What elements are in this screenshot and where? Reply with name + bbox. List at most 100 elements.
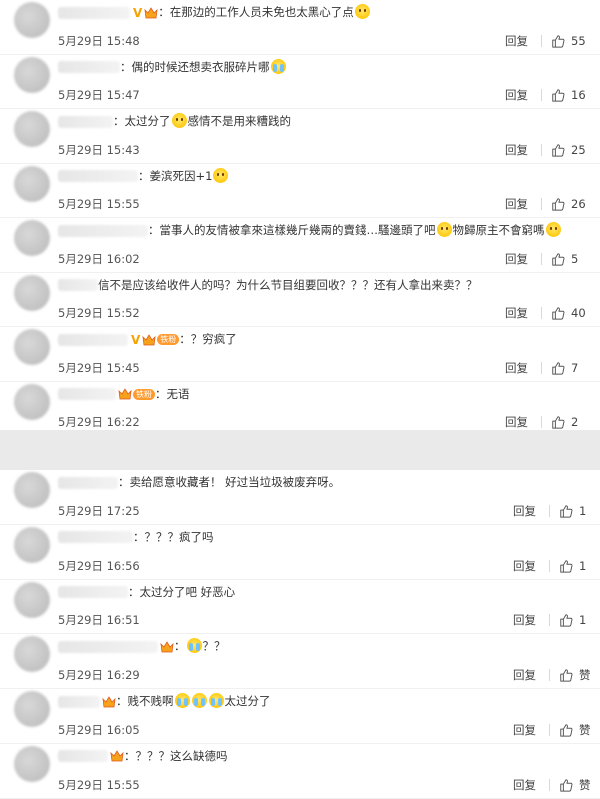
user-avatar[interactable] bbox=[14, 472, 50, 508]
like-button[interactable]: 16 bbox=[551, 88, 586, 102]
username[interactable] bbox=[58, 115, 113, 128]
reply-button[interactable]: 回复 bbox=[505, 143, 528, 157]
username[interactable] bbox=[58, 61, 120, 73]
comment-body-continued: 太过分了 bbox=[224, 694, 271, 709]
username[interactable] bbox=[58, 640, 158, 653]
username[interactable] bbox=[58, 279, 98, 291]
action-separator bbox=[541, 143, 542, 156]
user-avatar[interactable] bbox=[14, 526, 50, 563]
username[interactable] bbox=[58, 224, 148, 237]
like-button[interactable]: 26 bbox=[551, 197, 586, 211]
like-button[interactable]: 1 bbox=[559, 613, 586, 627]
like-button[interactable]: 赞 bbox=[559, 668, 591, 682]
username[interactable] bbox=[58, 6, 130, 19]
comment-body: ：无语 bbox=[155, 386, 190, 401]
comment-text-line: ：偶的时候还想卖衣服碎片哪 bbox=[58, 58, 590, 75]
reply-button[interactable]: 回复 bbox=[505, 197, 528, 211]
action-separator bbox=[541, 307, 542, 319]
action-separator bbox=[541, 89, 542, 101]
user-avatar[interactable] bbox=[14, 56, 50, 93]
comment-body-continued: ？？ bbox=[202, 639, 226, 654]
crying-emoji-icon bbox=[208, 693, 224, 709]
username[interactable] bbox=[58, 388, 116, 400]
like-count: 赞 bbox=[579, 722, 591, 737]
comment-body: ：當事人的友情被拿來這樣幾斤幾兩的賣錢…騷邊頭了吧 bbox=[148, 223, 436, 237]
user-avatar[interactable] bbox=[14, 165, 50, 202]
like-count: 40 bbox=[571, 306, 586, 320]
like-button[interactable]: 5 bbox=[551, 252, 578, 266]
action-separator bbox=[549, 504, 550, 517]
crying-emoji-icon bbox=[191, 693, 207, 709]
reply-button[interactable]: 回复 bbox=[513, 559, 536, 573]
reply-button[interactable]: 回复 bbox=[505, 415, 528, 429]
comment-timestamp: 5月29日 15:52 bbox=[58, 306, 140, 320]
like-count: 赞 bbox=[579, 777, 591, 792]
reply-button[interactable]: 回复 bbox=[513, 778, 536, 792]
user-avatar[interactable] bbox=[14, 636, 50, 673]
comment-item: ：贱不贱啊 太过分了 5月29日 16:05 回复 赞 bbox=[0, 689, 600, 744]
action-separator bbox=[541, 34, 542, 47]
like-count: 2 bbox=[571, 415, 579, 429]
action-separator bbox=[541, 361, 542, 374]
user-avatar[interactable] bbox=[14, 220, 50, 256]
reply-button[interactable]: 回复 bbox=[513, 504, 536, 518]
reply-button[interactable]: 回复 bbox=[505, 88, 528, 102]
reply-button[interactable]: 回复 bbox=[505, 361, 528, 375]
comment-item: V 铁粉 ：？穷疯了 5月29日 15:45 回复 7 bbox=[0, 327, 600, 382]
reply-button[interactable]: 回复 bbox=[505, 306, 528, 320]
user-avatar[interactable] bbox=[14, 383, 50, 420]
username[interactable] bbox=[58, 476, 118, 489]
reply-button[interactable]: 回复 bbox=[513, 668, 536, 682]
thumbs-up-icon bbox=[560, 779, 573, 792]
like-button[interactable]: 25 bbox=[551, 143, 586, 157]
user-avatar[interactable] bbox=[14, 274, 50, 311]
like-button[interactable]: 40 bbox=[551, 306, 586, 320]
like-count: 7 bbox=[571, 360, 579, 375]
crown-icon bbox=[102, 695, 116, 708]
comment-item: ：當事人的友情被拿來這樣幾斤幾兩的賣錢…騷邊頭了吧 物歸原主不會窮嗎 5月29日 1… bbox=[0, 218, 600, 273]
like-button[interactable]: 7 bbox=[551, 361, 578, 375]
reply-button[interactable]: 回复 bbox=[505, 252, 528, 266]
like-count: 赞 bbox=[579, 668, 591, 683]
like-button[interactable]: 赞 bbox=[559, 778, 591, 792]
like-count: 5 bbox=[571, 251, 579, 266]
action-separator bbox=[549, 723, 550, 736]
comment-text-line: 信不是应该给收件人的吗？为什么节目组要回收？？？还有人拿出来卖？？ bbox=[58, 277, 590, 293]
like-count: 1 bbox=[579, 558, 587, 573]
comment-item: ：姜滨死因+1 5月29日 15:55 回复 26 bbox=[0, 164, 600, 218]
like-button[interactable]: 赞 bbox=[559, 723, 591, 737]
comment-timestamp: 5月29日 16:22 bbox=[58, 415, 140, 429]
like-button[interactable]: 2 bbox=[551, 415, 578, 429]
smile-emoji-icon bbox=[436, 222, 452, 237]
comment-body: ：姜滨死因+1 bbox=[138, 168, 213, 183]
like-button[interactable]: 1 bbox=[559, 504, 586, 518]
like-button[interactable]: 1 bbox=[559, 559, 586, 573]
comment-item: ：？？？疯了吗 5月29日 16:56 回复 1 bbox=[0, 525, 600, 580]
comment-body: ： bbox=[174, 639, 186, 654]
reply-button[interactable]: 回复 bbox=[513, 613, 536, 627]
reply-button[interactable]: 回复 bbox=[505, 34, 528, 48]
user-avatar[interactable] bbox=[14, 2, 50, 38]
smile-emoji-icon bbox=[354, 4, 370, 19]
smile-emoji-icon bbox=[171, 113, 187, 128]
user-avatar[interactable] bbox=[14, 745, 50, 782]
user-avatar[interactable] bbox=[14, 691, 50, 728]
user-avatar[interactable] bbox=[14, 581, 50, 618]
like-count: 1 bbox=[579, 613, 587, 628]
like-button[interactable]: 55 bbox=[551, 34, 586, 48]
username[interactable] bbox=[58, 586, 128, 599]
username[interactable] bbox=[58, 750, 108, 763]
username[interactable] bbox=[58, 170, 138, 182]
comment-item: ： ？？ 5月29日 16:29 回复 赞 bbox=[0, 634, 600, 690]
comments-panel-top: V ：在那边的工作人员未免也太黑心了点 5月29日 15:48 回复 55 ：偶的时候还想… bbox=[0, 0, 600, 436]
username[interactable] bbox=[58, 531, 133, 544]
comment-text-line: ：贱不贱啊 太过分了 bbox=[58, 693, 590, 709]
user-avatar[interactable] bbox=[14, 329, 50, 365]
comment-item: ：太过分了吧 好恶心 5月29日 16:51 回复 1 bbox=[0, 580, 600, 635]
username[interactable] bbox=[58, 695, 100, 708]
username[interactable] bbox=[58, 333, 128, 346]
user-avatar[interactable] bbox=[14, 111, 50, 147]
reply-button[interactable]: 回复 bbox=[513, 723, 536, 737]
comment-timestamp: 5月29日 15:45 bbox=[58, 360, 140, 375]
action-separator bbox=[549, 778, 550, 791]
